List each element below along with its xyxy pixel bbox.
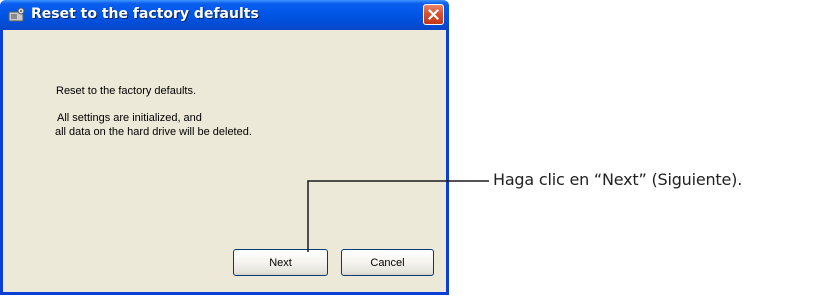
message-line-2: all data on the hard drive will be delet… — [55, 126, 252, 138]
next-button[interactable]: Next — [233, 249, 328, 276]
close-icon — [428, 9, 439, 20]
title-bar[interactable]: Reset to the factory defaults — [0, 0, 449, 30]
close-button[interactable] — [423, 4, 444, 25]
callout-text: Haga clic en “Next” (Siguiente). — [493, 170, 743, 189]
window-title: Reset to the factory defaults — [31, 6, 259, 22]
gear-icon — [8, 7, 26, 23]
cancel-button[interactable]: Cancel — [341, 249, 434, 276]
dialog-window: Reset to the factory defaults Reset to t… — [0, 0, 449, 295]
message-line-1: All settings are initialized, and — [57, 112, 202, 124]
message-heading: Reset to the factory defaults. — [56, 85, 197, 97]
dialog-content: Reset to the factory defaults. All setti… — [3, 30, 446, 292]
